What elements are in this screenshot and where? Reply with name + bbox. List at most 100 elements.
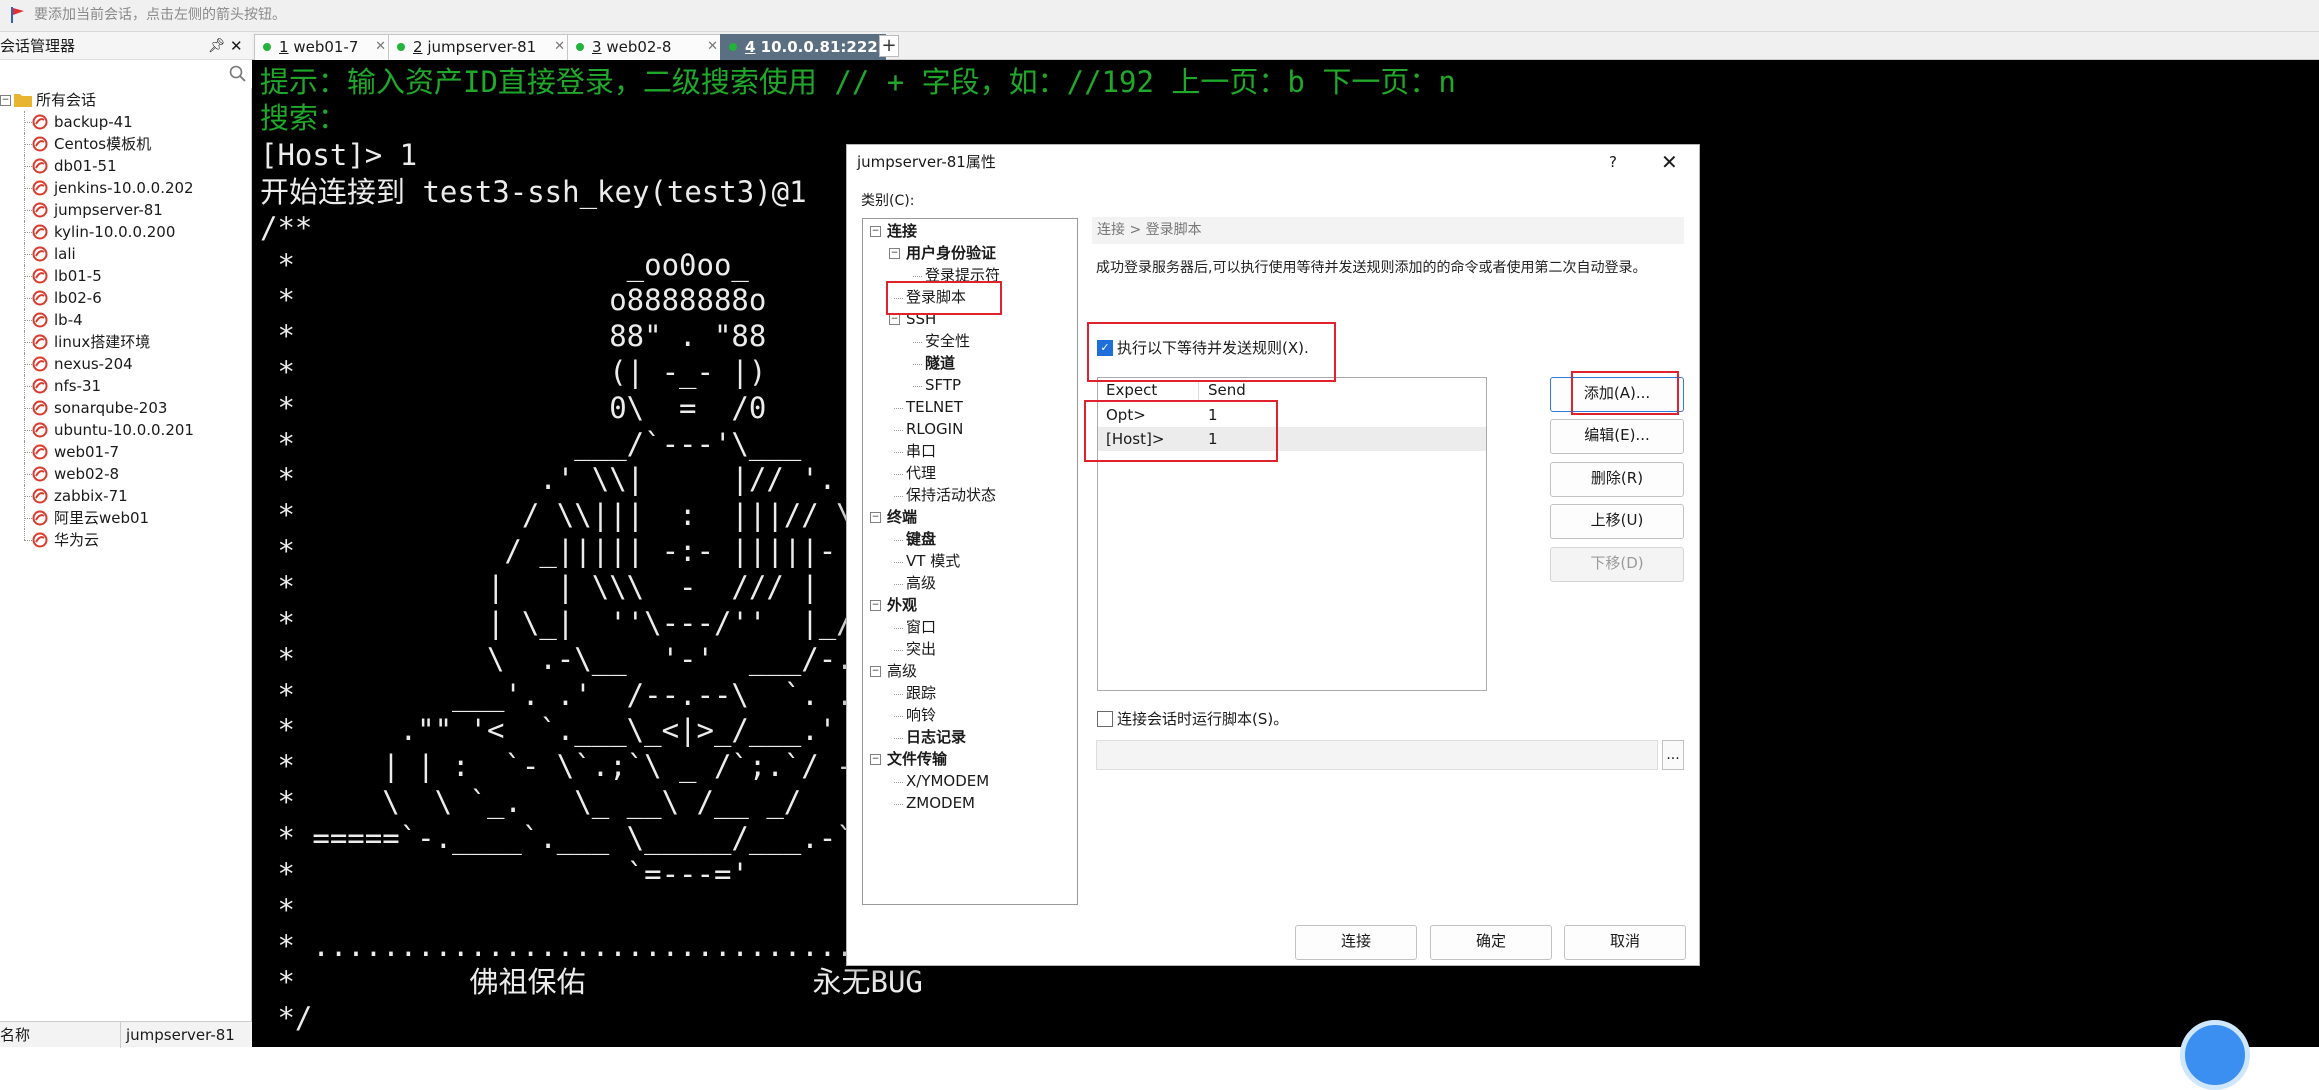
floating-assistant-icon[interactable] <box>2180 1020 2250 1090</box>
category-item[interactable]: 代理 <box>906 463 936 484</box>
collapse-icon[interactable]: − <box>870 754 881 765</box>
category-item[interactable]: 日志记录 <box>906 727 966 748</box>
category-item[interactable]: 外观 <box>887 595 917 616</box>
add-tab-button[interactable]: + <box>879 35 899 57</box>
category-item[interactable]: 隧道 <box>925 353 955 374</box>
tab-web02-8[interactable]: 3 web02-8 ✕ <box>567 34 727 61</box>
category-item[interactable]: VT 模式 <box>906 551 960 572</box>
session-item[interactable]: web01-7 <box>0 441 250 463</box>
rule-row[interactable]: [Host]> 1 <box>1098 427 1486 451</box>
delete-rule-button[interactable]: 删除(R) <box>1550 462 1684 497</box>
session-item[interactable]: kylin-10.0.0.200 <box>0 221 250 243</box>
ok-button[interactable]: 确定 <box>1430 925 1552 960</box>
session-item[interactable]: lb02-6 <box>0 287 250 309</box>
category-item[interactable]: 用户身份验证 <box>906 243 996 264</box>
session-item[interactable]: linux搭建环境 <box>0 331 250 353</box>
move-down-button[interactable]: 下移(D) <box>1550 547 1684 582</box>
edit-rule-button[interactable]: 编辑(E)... <box>1550 419 1684 454</box>
search-icon[interactable] <box>228 64 248 84</box>
tab-10-0-0-81-2222[interactable]: 4 10.0.0.81:2222 <box>720 34 888 61</box>
cancel-button[interactable]: 取消 <box>1564 925 1686 960</box>
session-item[interactable]: sonarqube-203 <box>0 397 250 419</box>
session-search-bar[interactable] <box>0 60 252 88</box>
run-script-checkbox[interactable] <box>1097 711 1113 727</box>
category-item[interactable]: 登录脚本 <box>906 287 966 308</box>
category-item[interactable]: TELNET <box>906 397 963 418</box>
flag-icon[interactable] <box>10 6 26 24</box>
terminal-line: * ___'. .' /--.--\ `. .'___ <box>260 678 924 712</box>
session-item[interactable]: lali <box>0 243 250 265</box>
column-header-expect[interactable]: Expect <box>1106 380 1157 400</box>
session-label: nexus-204 <box>54 355 133 373</box>
move-up-button[interactable]: 上移(U) <box>1550 504 1684 539</box>
session-item[interactable]: web02-8 <box>0 463 250 485</box>
category-item[interactable]: SSH <box>906 309 936 330</box>
category-item[interactable]: 安全性 <box>925 331 970 352</box>
collapse-icon[interactable]: − <box>889 248 900 259</box>
category-label: 类别(C): <box>861 193 915 209</box>
session-item[interactable]: nfs-31 <box>0 375 250 397</box>
help-icon[interactable]: ? <box>1609 145 1617 179</box>
session-item[interactable]: jumpserver-81 <box>0 199 250 221</box>
tab-close-icon[interactable]: ✕ <box>554 35 565 59</box>
category-item[interactable]: RLOGIN <box>906 419 963 440</box>
category-item[interactable]: 终端 <box>887 507 917 528</box>
tab-close-icon[interactable]: ✕ <box>375 35 386 59</box>
session-item[interactable]: nexus-204 <box>0 353 250 375</box>
tab-web01-7[interactable]: 1 web01-7 ✕ <box>254 34 395 61</box>
connect-button[interactable]: 连接 <box>1295 925 1417 960</box>
session-item[interactable]: 华为云 <box>0 529 250 551</box>
tab-close-icon[interactable]: ✕ <box>707 35 718 59</box>
category-tree[interactable]: 连接 − 用户身份验证 − 登录提示符 登录脚本 SSH − 安全性 隧道 SFTP TELNET RL… <box>862 218 1078 905</box>
session-icon <box>32 334 48 350</box>
category-item[interactable]: 高级 <box>906 573 936 594</box>
pin-icon[interactable]: 📌︎ <box>208 32 226 60</box>
terminal-line: [Host]> 1 <box>260 138 418 172</box>
collapse-icon[interactable]: − <box>889 314 900 325</box>
category-item[interactable]: 键盘 <box>906 529 936 550</box>
category-item[interactable]: SFTP <box>925 375 961 396</box>
browse-button[interactable]: ... <box>1662 740 1684 770</box>
rule-row[interactable]: Opt> 1 <box>1098 403 1486 427</box>
session-item[interactable]: lb01-5 <box>0 265 250 287</box>
add-rule-button[interactable]: 添加(A)... <box>1550 377 1684 412</box>
collapse-icon[interactable]: − <box>870 600 881 611</box>
category-item[interactable]: 保持活动状态 <box>906 485 996 506</box>
session-item[interactable]: zabbix-71 <box>0 485 250 507</box>
category-item[interactable]: 高级 <box>887 661 917 682</box>
session-icon <box>32 356 48 372</box>
session-item[interactable]: db01-51 <box>0 155 250 177</box>
expect-send-rules-list[interactable]: Expect Send Opt> 1 [Host]> 1 <box>1097 377 1487 691</box>
session-item[interactable]: jenkins-10.0.0.202 <box>0 177 250 199</box>
category-item[interactable]: ZMODEM <box>906 793 975 814</box>
session-item[interactable]: lb-4 <box>0 309 250 331</box>
dialog-close-icon[interactable]: ✕ <box>1661 145 1678 179</box>
session-item[interactable]: 阿里云web01 <box>0 507 250 529</box>
session-label: lb01-5 <box>54 267 102 285</box>
session-manager-title: 会话管理器 <box>0 37 76 55</box>
run-script-label[interactable]: 连接会话时运行脚本(S)。 <box>1117 708 1288 729</box>
category-item[interactable]: 响铃 <box>906 705 936 726</box>
category-item[interactable]: 窗口 <box>906 617 936 638</box>
category-item[interactable]: 连接 <box>887 221 917 242</box>
collapse-icon[interactable]: − <box>870 512 881 523</box>
collapse-icon[interactable]: − <box>870 666 881 677</box>
category-item[interactable]: 串口 <box>906 441 936 462</box>
category-item[interactable]: 登录提示符 <box>925 265 1000 286</box>
category-item[interactable]: 突出 <box>906 639 936 660</box>
collapse-icon[interactable]: − <box>0 95 11 106</box>
tab-jumpserver-81[interactable]: 2 jumpserver-81 ✕ <box>388 34 574 61</box>
column-header-send[interactable]: Send <box>1208 380 1246 400</box>
session-manager-close-icon[interactable]: ✕ <box>230 32 243 60</box>
session-item[interactable]: ubuntu-10.0.0.201 <box>0 419 250 441</box>
script-path-field[interactable] <box>1096 740 1658 770</box>
session-item[interactable]: Centos模板机 <box>0 133 250 155</box>
category-item[interactable]: 跟踪 <box>906 683 936 704</box>
collapse-icon[interactable]: − <box>870 226 881 237</box>
terminal-line: * (| -_- |) <box>260 355 767 389</box>
category-item[interactable]: X/YMODEM <box>906 771 989 792</box>
category-item[interactable]: 文件传输 <box>887 749 947 770</box>
session-item[interactable]: backup-41 <box>0 111 250 133</box>
execute-rules-checkbox[interactable]: ✓ <box>1097 340 1113 356</box>
execute-rules-label[interactable]: 执行以下等待并发送规则(X). <box>1117 337 1309 358</box>
